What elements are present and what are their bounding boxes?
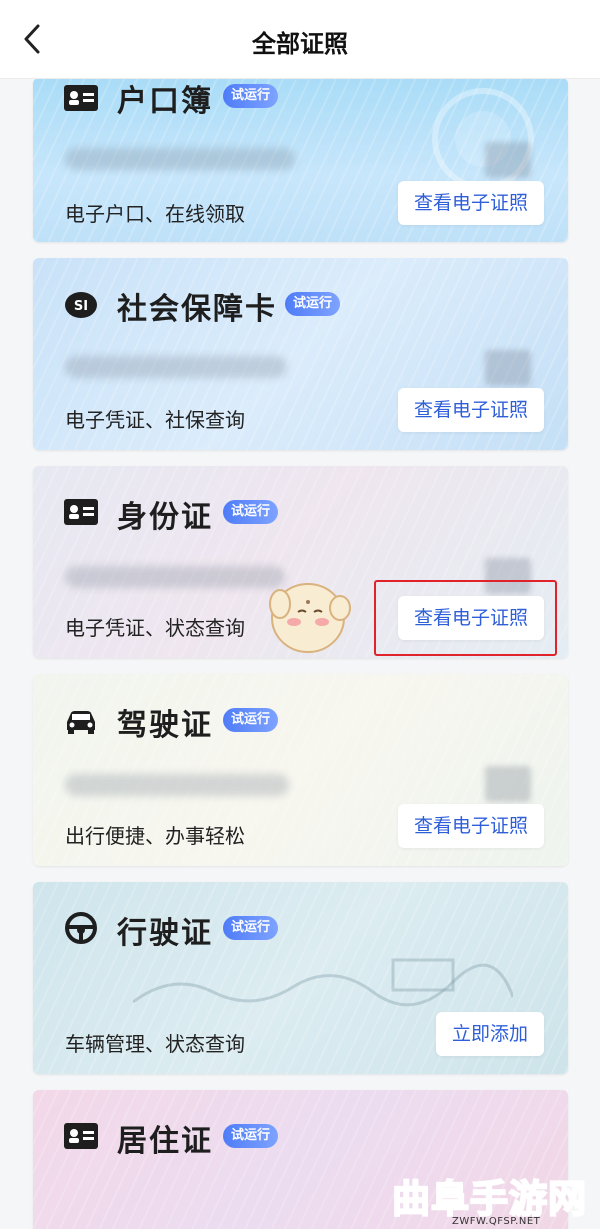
social-security-icon: SI (65, 292, 97, 318)
card-social-security[interactable]: SI 社会保障卡 试运行 电子凭证、社保查询 查看电子证照 (33, 258, 568, 450)
card-description: 电子户口、在线领取 (65, 202, 245, 226)
certificate-list: 户口簿 试运行 电子户口、在线领取 查看电子证照 SI 社会保障卡 试运行 电子… (0, 0, 600, 1229)
redacted-number (65, 356, 287, 378)
id-card-icon (64, 85, 98, 111)
svg-text:SI: SI (74, 299, 88, 314)
redacted-number (65, 774, 289, 796)
card-title: 身份证 (117, 500, 213, 535)
card-title: 行驶证 (117, 916, 213, 951)
add-now-button[interactable]: 立即添加 (435, 1012, 544, 1056)
id-card-icon (64, 499, 98, 525)
id-card-icon (64, 1123, 98, 1149)
view-certificate-button[interactable]: 查看电子证照 (397, 804, 544, 848)
trial-badge: 试运行 (223, 916, 279, 940)
watermark-logo: 曲阜手游网 (391, 1175, 588, 1222)
redacted-number (65, 566, 285, 588)
card-title: 户口簿 (117, 84, 213, 119)
redacted-number (65, 148, 295, 170)
landmark-illustration (133, 958, 513, 1007)
trial-badge: 试运行 (285, 292, 341, 316)
card-title: 驾驶证 (117, 708, 213, 743)
page-title: 全部证照 (252, 30, 348, 58)
card-driving-license[interactable]: 驾驶证 试运行 出行便捷、办事轻松 查看电子证照 (33, 674, 568, 866)
card-description: 车辆管理、状态查询 (65, 1032, 245, 1056)
view-certificate-button[interactable]: 查看电子证照 (397, 181, 544, 225)
redacted-photo (485, 766, 531, 802)
watermark-url: ZWFW.QFSP.NET (452, 1216, 541, 1227)
card-description: 电子凭证、状态查询 (65, 616, 245, 640)
card-vehicle-license[interactable]: 行驶证 试运行 车辆管理、状态查询 立即添加 (33, 882, 568, 1074)
redacted-photo (485, 142, 531, 178)
trial-badge: 试运行 (223, 708, 279, 732)
mascot-sticker (269, 583, 351, 653)
trial-badge: 试运行 (223, 1124, 279, 1148)
card-description: 电子凭证、社保查询 (65, 408, 245, 432)
steering-wheel-icon (65, 912, 97, 944)
top-nav-bar: 全部证照 (0, 0, 600, 79)
card-title: 社会保障卡 (117, 292, 277, 327)
view-certificate-button[interactable]: 查看电子证照 (397, 388, 544, 432)
card-title: 居住证 (117, 1124, 213, 1159)
highlight-box (374, 580, 557, 656)
car-icon (67, 711, 95, 734)
card-description: 出行便捷、办事轻松 (65, 824, 245, 848)
trial-badge: 试运行 (223, 500, 279, 524)
redacted-photo (485, 350, 531, 386)
card-household-register[interactable]: 户口簿 试运行 电子户口、在线领取 查看电子证照 (33, 78, 568, 242)
trial-badge: 试运行 (223, 84, 279, 108)
